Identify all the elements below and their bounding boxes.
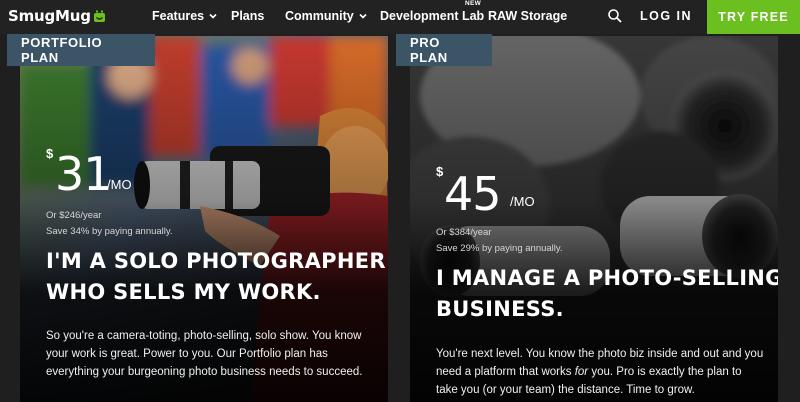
nav-item-features[interactable]: Features	[152, 9, 218, 23]
pro-plan-card[interactable]: $ 45 /MO Or $384/year Save 29% by paying…	[410, 36, 778, 402]
chevron-down-icon	[359, 13, 367, 19]
portfolio-plan-card[interactable]: $ 31 /MO Or $246/year Save 34% by paying…	[20, 36, 388, 402]
try-free-button[interactable]: TRY FREE	[707, 0, 800, 34]
nav-features-label: Features	[152, 9, 205, 23]
nav-item-development-lab[interactable]: Development Lab	[380, 9, 484, 23]
yearly-price: Or $246/year	[46, 210, 102, 221]
savings-note: Save 34% by paying annually.	[46, 226, 173, 237]
plan-period: /MO	[107, 177, 132, 192]
headline-line-2: WHO SELLS MY WORK.	[46, 280, 321, 304]
headline-line-1: I'M A SOLO PHOTOGRAPHER	[46, 249, 386, 273]
nav-community-label: Community	[285, 9, 354, 23]
new-badge: NEW	[465, 0, 482, 7]
smiley-logo-icon	[93, 10, 105, 22]
plan-description: You're next level. You know the photo bi…	[436, 345, 766, 399]
nav-development-lab-label: Development Lab	[380, 9, 485, 23]
nav-item-raw-storage[interactable]: RAW Storage	[488, 9, 567, 23]
pro-plan-content: $ 45 /MO Or $384/year Save 29% by paying…	[410, 36, 778, 402]
currency-symbol: $	[46, 146, 54, 161]
login-link[interactable]: LOG IN	[640, 9, 692, 23]
nav-plans-label: Plans	[231, 9, 265, 23]
nav-raw-storage-label: RAW Storage	[488, 9, 568, 23]
description-emphasis: for	[574, 366, 589, 378]
chevron-down-icon	[209, 13, 217, 19]
plan-headline: I MANAGE A PHOTO-SELLING BUSINESS.	[436, 263, 778, 325]
currency-symbol: $	[436, 164, 444, 179]
yearly-price: Or $384/year	[436, 227, 492, 238]
plan-period: /MO	[510, 194, 535, 209]
top-nav: SmugMug Features Plans Community Develop…	[0, 0, 800, 34]
portfolio-plan-content: $ 31 /MO Or $246/year Save 34% by paying…	[20, 36, 388, 402]
smugmug-logo[interactable]: SmugMug	[8, 7, 106, 25]
headline-line-1: I MANAGE A PHOTO-SELLING	[436, 266, 778, 290]
portfolio-plan-tab[interactable]: PORTFOLIO PLAN	[7, 34, 155, 66]
nav-item-community[interactable]: Community	[285, 9, 368, 23]
nav-item-plans[interactable]: Plans	[231, 9, 264, 23]
plan-price: 45	[444, 167, 502, 221]
plan-headline: I'M A SOLO PHOTOGRAPHER WHO SELLS MY WOR…	[46, 246, 386, 308]
savings-note: Save 29% by paying annually.	[436, 243, 563, 254]
logo-text: SmugMug	[8, 7, 91, 25]
search-icon[interactable]	[607, 8, 623, 24]
plan-description: So you're a camera-toting, photo-selling…	[46, 330, 363, 378]
pro-plan-tab[interactable]: PRO PLAN	[396, 34, 492, 66]
headline-line-2: BUSINESS.	[436, 297, 564, 321]
plan-price: 31	[55, 147, 113, 201]
